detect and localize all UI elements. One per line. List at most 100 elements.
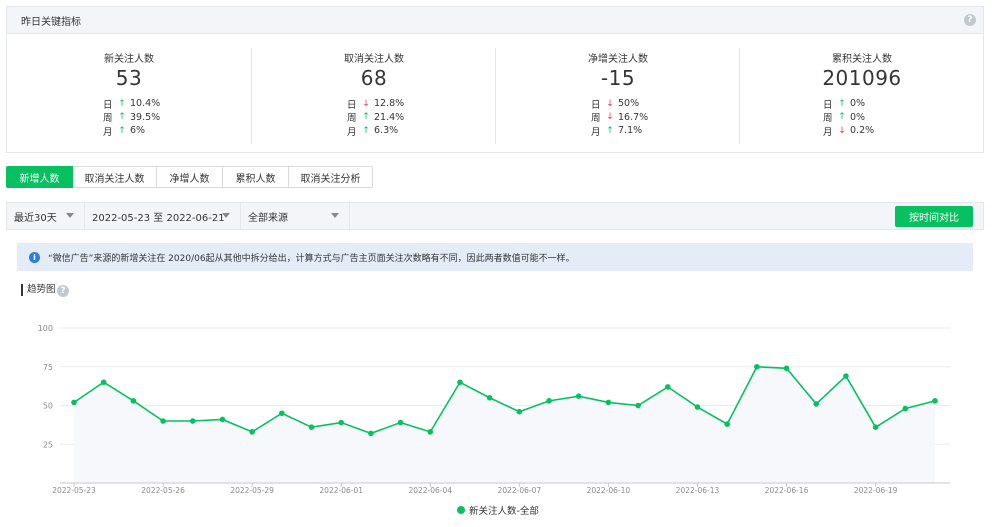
date-range-picker[interactable]: 2022-05-23 至 2022-06-21 [85,203,240,229]
kpi-change-day: 日 ↓ 50% [591,97,648,111]
data-point [427,429,434,435]
info-notice-text: “微信广告”来源的新增关注在 2020/06起从其他中拆分给出，计算方式与广告主… [48,253,575,264]
kpi-value: 53 [115,66,143,90]
series-area [74,366,935,483]
kpi-change-value: 7.1% [618,125,643,137]
key-metrics-header: 昨日关键指标 ? [7,7,983,34]
trend-arrow-icon: ↓ [606,112,614,123]
data-point [219,416,226,423]
tab-net-followers[interactable]: 净增人数 [157,166,223,188]
kpi-change-label: 月 [591,126,601,138]
kpi-change-value: 10.4% [130,98,161,110]
data-point [189,418,196,424]
kpi-card-new-followers: 新关注人数 53 日 ↑ 10.4% 周 ↑ 39.5% 月 ↑ 6% [7,34,251,152]
legend-marker-icon [457,506,465,514]
chevron-down-icon [222,213,230,218]
chart-legend[interactable]: 新关注人数-全部 [457,503,539,517]
kpi-change-day: 日 ↑ 10.4% [103,97,160,111]
source-select-value: 全部来源 [248,212,288,224]
kpi-change-label: 月 [347,126,357,138]
kpi-change-label: 日 [103,99,113,111]
tab-unfollow-analysis[interactable]: 取消关注分析 [289,166,373,188]
x-tick-label: 2022-06-01 [319,486,363,495]
kpi-change-value: 6.3% [374,125,399,137]
kpi-change-label: 周 [103,113,113,125]
data-point [546,398,552,404]
date-range-value: 2022-05-23 至 2022-06-21 [92,212,225,224]
kpi-title: 新关注人数 [104,54,154,65]
kpi-change-label: 日 [347,99,357,111]
data-point [813,401,820,407]
source-select[interactable]: 全部来源 [241,203,349,229]
tab-total-followers[interactable]: 累积人数 [223,166,289,188]
trend-arrow-icon: ↓ [606,98,614,109]
kpi-change-value: 39.5% [130,111,161,123]
data-point [783,365,790,372]
data-point [130,398,137,404]
data-point [902,405,909,412]
y-tick-label: 50 [43,402,53,411]
kpi-card-net-followers: 净增关注人数 -15 日 ↓ 50% 周 ↓ 16.7% 月 ↑ 7.1% [496,34,740,152]
data-point [754,363,760,370]
trend-arrow-icon: ↓ [838,125,846,136]
data-point [575,393,582,399]
filter-bar: 最近30天 2022-05-23 至 2022-06-21 全部来源 按时间对比 [6,202,984,230]
x-tick-label: 2022-06-07 [498,486,542,495]
trend-arrow-icon: ↑ [838,98,846,109]
data-point [308,424,315,430]
kpi-change-month: 月 ↑ 6.3% [347,124,404,138]
data-point [635,402,641,409]
x-tick-label: 2022-05-26 [141,486,185,495]
kpi-change-label: 周 [347,113,357,125]
kpi-change-day: 日 ↓ 12.8% [347,97,404,111]
kpi-change-value: 50% [618,98,640,110]
kpi-change-week: 周 ↑ 39.5% [103,111,160,125]
kpi-change-value: 0% [850,111,866,123]
x-tick-label: 2022-06-10 [587,486,631,495]
kpi-change-value: 0% [850,98,866,110]
trend-chart: 25 50 75 100 2022-05-23 2022-05-26 2022-05-29 2… [0,300,1005,527]
x-tick-label: 2022-06-16 [765,486,809,495]
trend-arrow-icon: ↑ [118,112,126,123]
x-tick-label: 2022-05-29 [230,486,274,495]
kpi-title: 取消关注人数 [344,54,404,65]
metric-tabs: 新增人数 取消关注人数 净增人数 累积人数 取消关注分析 [6,166,373,188]
kpi-change-label: 日 [823,99,833,111]
trend-chart-title: 趋势图 [21,284,56,296]
trend-arrow-icon: ↑ [118,98,126,109]
kpi-card-total-followers: 累积关注人数 201096 日 ↑ 0% 周 ↑ 0% 月 ↓ 0.2% [740,34,984,152]
data-point [338,419,345,426]
kpi-change-week: 周 ↑ 21.4% [347,111,404,125]
trend-arrow-icon: ↓ [362,98,370,109]
legend-label: 新关注人数-全部 [469,506,539,517]
data-point [724,421,730,427]
kpi-change-week: 周 ↓ 16.7% [591,111,648,125]
filter-divider [349,203,350,229]
tab-unfollowers[interactable]: 取消关注人数 [73,166,157,188]
info-icon: i [29,251,40,263]
period-select[interactable]: 最近30天 [7,203,84,229]
kpi-value: 68 [360,66,388,90]
kpi-change-label: 日 [591,99,601,111]
compare-by-time-button[interactable]: 按时间对比 [895,206,973,227]
kpi-change-week: 周 ↑ 0% [823,111,874,125]
kpi-title: 净增关注人数 [588,54,648,65]
data-point [457,379,463,386]
kpi-change-month: 月 ↓ 0.2% [823,124,874,138]
data-point [249,429,255,435]
trend-arrow-icon: ↑ [362,112,370,123]
y-tick-label: 25 [43,440,53,449]
data-point [516,408,523,415]
kpi-change-month: 月 ↑ 7.1% [591,124,648,138]
tab-new-followers[interactable]: 新增人数 [6,166,73,188]
kpi-change-day: 日 ↑ 0% [823,97,874,111]
data-point [397,419,404,426]
chevron-down-icon [331,213,339,218]
kpi-change-list: 日 ↑ 0% 周 ↑ 0% 月 ↓ 0.2% [823,97,874,138]
help-icon[interactable]: ? [964,14,976,26]
help-icon[interactable]: ? [57,285,69,297]
x-tick-label: 2022-06-13 [676,486,720,495]
kpi-change-value: 21.4% [374,111,405,123]
kpi-change-label: 周 [823,113,833,125]
kpi-value: 201096 [822,66,902,90]
